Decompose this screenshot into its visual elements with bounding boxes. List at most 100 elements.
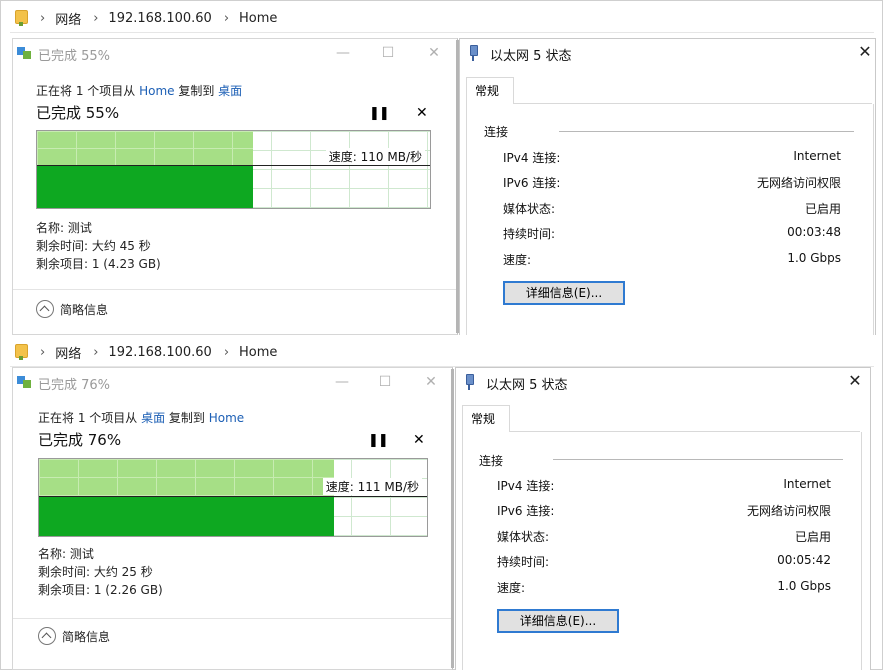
source-link[interactable]: Home (139, 84, 174, 98)
pause-button[interactable]: ❚❚ (368, 433, 389, 448)
chevron-right-icon[interactable]: › (93, 345, 98, 360)
row-value: 00:05:42 (777, 553, 831, 567)
status-row-speed: 速度: 1.0 Gbps (503, 251, 841, 269)
group-divider (559, 131, 854, 132)
row-key: 持续时间: (497, 555, 550, 569)
tab-general[interactable]: 常规 (462, 405, 511, 432)
status-row-duration: 持续时间: 00:03:48 (503, 225, 841, 243)
maximize-button[interactable]: ☐ (373, 41, 403, 65)
ethernet-close-button[interactable]: ✕ (853, 42, 877, 64)
fewer-details-toggle[interactable]: 简略信息 (38, 627, 110, 645)
ethernet-status-dialog: 以太网 5 状态 ✕ 常规 连接 IPv4 连接: Internet IPv6 连… (459, 38, 876, 335)
group-divider (553, 459, 843, 460)
destination-link[interactable]: Home (209, 411, 244, 425)
speed-label: 速度: 111 MB/秒 (322, 478, 422, 495)
address-bar[interactable]: › 网络 › 192.168.100.60 › Home (10, 4, 874, 33)
breadcrumb-host[interactable]: 192.168.100.60 (108, 11, 211, 26)
general-tab-panel: 连接 IPv4 连接: Internet IPv6 连接: 无网络访问权限 媒体状态… (466, 104, 874, 335)
chevron-right-icon[interactable]: › (93, 11, 98, 26)
row-key: IPv6 连接: (497, 504, 555, 518)
row-value: 1.0 Gbps (787, 251, 841, 265)
cancel-copy-button[interactable]: ✕ (413, 432, 425, 448)
percent-complete: 已完成 76% (38, 431, 122, 449)
window-edge (451, 369, 454, 668)
time-remaining: 剩余时间: 大约 45 秒 (36, 239, 151, 253)
address-bar[interactable]: › 网络 › 192.168.100.60 › Home (10, 338, 874, 367)
fewer-details-label: 简略信息 (60, 302, 109, 317)
file-name: 名称: 测试 (38, 547, 94, 561)
ethernet-status-dialog: 以太网 5 状态 ✕ 常规 连接 IPv4 连接: Internet IPv6 连… (455, 367, 871, 670)
divider (13, 618, 452, 619)
row-value: 1.0 Gbps (777, 579, 831, 593)
network-folder-icon (14, 344, 28, 360)
graph-progress-area (37, 131, 254, 165)
dialog-title: 已完成 55% (38, 49, 111, 64)
row-key: 速度: (497, 581, 526, 595)
breadcrumb-home[interactable]: Home (239, 345, 277, 360)
row-value: 已启用 (794, 530, 831, 544)
general-tab-panel: 连接 IPv4 连接: Internet IPv6 连接: 无网络访问权限 媒体状态… (462, 432, 862, 670)
tab-general[interactable]: 常规 (466, 77, 515, 104)
dialog-titlebar[interactable]: 已完成 76% — ☐ ✕ (13, 368, 452, 396)
close-button[interactable]: ✕ (419, 41, 449, 65)
maximize-button[interactable]: ☐ (370, 370, 400, 394)
network-folder-icon (14, 10, 28, 26)
file-copy-icon (17, 47, 31, 59)
speed-label: 速度: 110 MB/秒 (325, 148, 425, 165)
screenshot-section-1: › 网络 › 192.168.100.60 › Home 已完成 55% — ☐… (0, 0, 883, 335)
fewer-details-toggle[interactable]: 简略信息 (36, 300, 108, 318)
transfer-speed-graph: 速度: 110 MB/秒 (36, 130, 431, 209)
pause-button[interactable]: ❚❚ (369, 106, 390, 121)
network-adapter-icon (466, 374, 474, 390)
ethernet-close-button[interactable]: ✕ (843, 371, 867, 393)
source-link[interactable]: 桌面 (141, 411, 165, 425)
close-button[interactable]: ✕ (416, 370, 446, 394)
tab-bar: 常规 (466, 77, 872, 104)
connection-group-label: 连接 (479, 454, 504, 468)
cancel-copy-button[interactable]: ✕ (416, 105, 428, 121)
transfer-speed-graph: 速度: 111 MB/秒 (38, 458, 428, 537)
graph-progress-area (39, 459, 334, 496)
copy-details: 名称: 测试 剩余时间: 大约 45 秒 剩余项目: 1 (4.23 GB) (36, 219, 161, 273)
ethernet-titlebar[interactable]: 以太网 5 状态 ✕ (460, 39, 875, 67)
copy-description: 正在将 1 个项目从 Home 复制到 桌面 (36, 82, 242, 99)
graph-speed-line (39, 496, 427, 497)
breadcrumb-network[interactable]: 网络 (55, 9, 81, 28)
breadcrumb-network[interactable]: 网络 (55, 343, 81, 362)
divider (13, 289, 457, 290)
dialog-title: 已完成 76% (38, 378, 111, 393)
minimize-button[interactable]: — (328, 41, 358, 65)
status-row-speed: 速度: 1.0 Gbps (497, 579, 831, 597)
minimize-button[interactable]: — (327, 370, 357, 394)
breadcrumb-host[interactable]: 192.168.100.60 (108, 345, 211, 360)
chevron-right-icon[interactable]: › (40, 11, 45, 26)
graph-speed-fill (37, 166, 254, 208)
chevron-right-icon[interactable]: › (224, 11, 229, 26)
breadcrumb-home[interactable]: Home (239, 11, 277, 26)
row-value: 无网络访问权限 (746, 504, 831, 518)
copy-progress-dialog: 已完成 76% — ☐ ✕ 正在将 1 个项目从 桌面 复制到 Home 已完成… (12, 367, 453, 670)
time-remaining: 剩余时间: 大约 25 秒 (38, 565, 153, 579)
graph-speed-line (37, 165, 430, 166)
fewer-details-label: 简略信息 (62, 629, 111, 644)
row-key: 媒体状态: (497, 530, 550, 544)
chevron-up-icon (36, 300, 54, 318)
copy-details: 名称: 测试 剩余时间: 大约 25 秒 剩余项目: 1 (2.26 GB) (38, 545, 163, 599)
details-button[interactable]: 详细信息(E)... (503, 281, 625, 305)
tab-bar: 常规 (462, 405, 860, 432)
copy-progress-dialog: 已完成 55% — ☐ ✕ 正在将 1 个项目从 Home 复制到 桌面 已完成… (12, 38, 458, 335)
row-value: Internet (783, 477, 831, 491)
destination-link[interactable]: 桌面 (218, 84, 242, 98)
ethernet-title: 以太网 5 状态 (490, 49, 572, 64)
status-row-duration: 持续时间: 00:05:42 (497, 553, 831, 571)
details-button[interactable]: 详细信息(E)... (497, 609, 619, 633)
status-row-ipv4: IPv4 连接: Internet (503, 149, 841, 167)
status-row-ipv4: IPv4 连接: Internet (497, 477, 831, 495)
chevron-right-icon[interactable]: › (224, 345, 229, 360)
row-key: 速度: (503, 253, 532, 267)
desc-prefix: 正在将 1 个项目从 (38, 411, 142, 425)
ethernet-titlebar[interactable]: 以太网 5 状态 ✕ (456, 368, 870, 396)
dialog-titlebar[interactable]: 已完成 55% — ☐ ✕ (13, 39, 457, 67)
percent-complete: 已完成 55% (36, 104, 120, 122)
chevron-right-icon[interactable]: › (40, 345, 45, 360)
